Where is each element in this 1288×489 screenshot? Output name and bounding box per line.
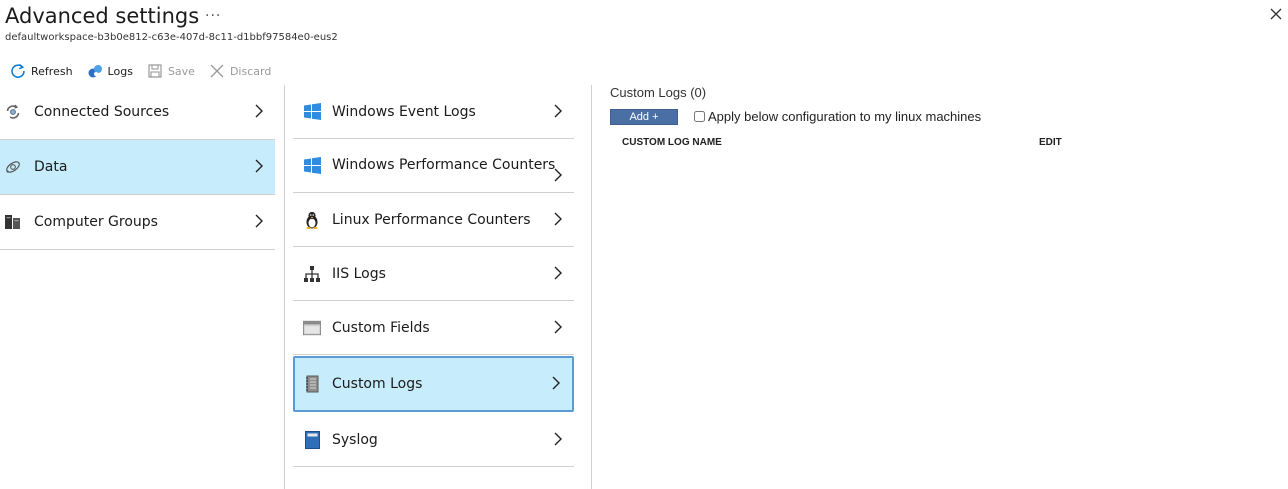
nav-item-label: Windows Performance Counters [332,156,556,173]
chevron-right-icon [554,320,562,333]
nav-item-iis-logs[interactable]: IIS Logs [293,247,574,301]
nav-item-label: Computer Groups [34,214,158,230]
toolbar: Refresh Logs Save Discard [10,62,285,80]
nav-item-label: Custom Logs [332,376,423,392]
data-icon [4,158,22,176]
nav-item-data[interactable]: Data [0,140,275,195]
discard-button[interactable]: Discard [209,63,271,79]
discard-icon [210,64,224,78]
nav-item-windows-performance-counters[interactable]: Windows Performance Counters [293,139,574,193]
chevron-right-icon [554,168,562,182]
nav-item-label: Linux Performance Counters [332,211,531,228]
save-button[interactable]: Save [147,63,195,79]
column-divider [591,85,592,489]
nav-item-linux-performance-counters[interactable]: Linux Performance Counters [293,193,574,247]
column-header-custom-log-name: CUSTOM LOG NAME [622,137,722,148]
chevron-right-icon [552,376,560,390]
save-label: Save [167,64,195,78]
discard-label: Discard [229,64,272,78]
apply-linux-checkbox[interactable] [694,111,705,122]
connected-sources-icon [4,103,22,121]
settings-category-nav: Connected Sources Data Computer Groups [0,85,275,250]
save-icon [148,64,162,78]
linux-icon [303,211,321,229]
add-custom-log-button[interactable]: Add + [610,109,678,125]
nav-item-label: IIS Logs [332,265,386,282]
more-options-button[interactable]: ··· [205,8,221,24]
close-icon[interactable] [1268,6,1284,22]
nav-item-label: Connected Sources [34,104,170,120]
logs-label: Logs [107,64,133,78]
refresh-icon [11,63,25,78]
network-icon [303,265,321,283]
windows-icon [303,103,321,121]
nav-item-connected-sources[interactable]: Connected Sources [0,85,275,140]
nav-item-syslog[interactable]: Syslog [293,413,574,467]
nav-item-label: Windows Event Logs [332,103,476,120]
custom-logs-title: Custom Logs (0) [610,85,707,100]
chevron-right-icon [554,212,562,225]
chevron-right-icon [554,432,562,445]
chevron-right-icon [255,104,263,118]
chevron-right-icon [255,159,263,173]
data-source-nav: Windows Event Logs Windows Performance C… [293,85,574,467]
chevron-right-icon [554,266,562,279]
computer-groups-icon [4,213,22,231]
column-divider [284,85,285,489]
logs-button[interactable]: Logs [87,63,133,79]
page-title: Advanced settings [5,4,200,28]
nav-item-label: Syslog [332,431,378,448]
chevron-right-icon [554,104,562,117]
nav-item-computer-groups[interactable]: Computer Groups [0,195,275,250]
apply-linux-label: Apply below configuration to my linux ma… [708,109,982,124]
refresh-button[interactable]: Refresh [10,63,73,79]
nav-item-custom-logs[interactable]: Custom Logs [293,356,574,412]
column-header-edit: EDIT [1039,137,1062,148]
nav-item-label: Custom Fields [332,319,430,336]
window-icon [303,319,321,337]
notebook-icon [303,375,321,393]
refresh-label: Refresh [31,64,73,78]
nav-item-label: Data [34,159,68,175]
workspace-name: defaultworkspace-b3b0e812-c63e-407d-8c11… [5,32,338,43]
nav-item-custom-fields[interactable]: Custom Fields [293,301,574,355]
windows-icon [303,157,321,175]
logs-icon [88,65,102,78]
nav-item-windows-event-logs[interactable]: Windows Event Logs [293,85,574,139]
apply-linux-config[interactable]: Apply below configuration to my linux ma… [694,109,981,124]
chevron-right-icon [255,214,263,228]
book-icon [303,430,321,449]
